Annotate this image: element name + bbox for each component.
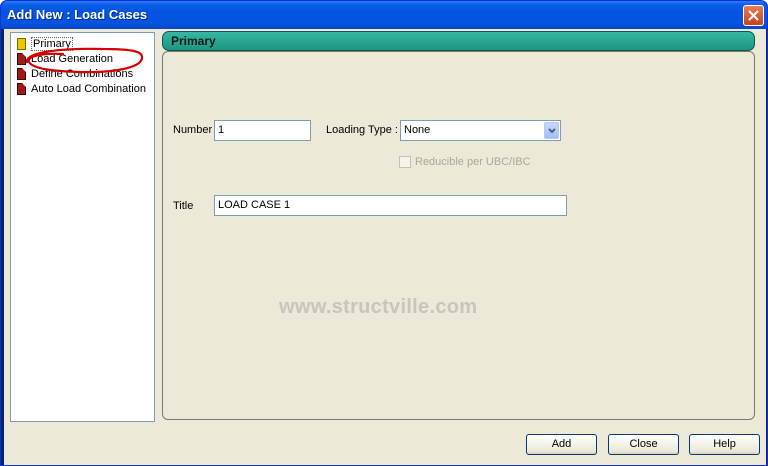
title-label: Title — [173, 200, 194, 212]
reducible-label: Reducible per UBC/IBC — [415, 156, 531, 168]
load-case-tree[interactable]: Primary Load Generation Define Combinati… — [10, 32, 155, 422]
chevron-down-icon — [548, 128, 556, 134]
primary-panel: Number 1 Loading Type : None Reducible p… — [162, 51, 755, 420]
number-label: Number — [173, 124, 213, 136]
dialog-window: Add New : Load Cases Primary Load Genera… — [0, 0, 768, 466]
dropdown-button[interactable] — [544, 122, 559, 139]
loading-type-value: None — [404, 124, 431, 136]
dialog-client-area: Primary Load Generation Define Combinati… — [4, 29, 766, 465]
number-input[interactable]: 1 — [214, 120, 311, 141]
watermark: www.structville.com — [279, 296, 478, 318]
panel-header-primary: Primary — [162, 31, 755, 51]
add-button[interactable]: Add — [526, 434, 597, 455]
loading-type-select[interactable]: None — [400, 120, 561, 141]
red-circle-annotation — [25, 47, 144, 74]
tree-item-auto-load-combination[interactable]: Auto Load Combination — [17, 81, 146, 96]
loading-type-label: Loading Type : — [326, 124, 398, 136]
title-bar[interactable]: Add New : Load Cases — [1, 1, 767, 29]
window-title: Add New : Load Cases — [7, 7, 148, 22]
window-close-button[interactable] — [743, 5, 764, 26]
title-input[interactable]: LOAD CASE 1 — [214, 195, 567, 216]
help-button[interactable]: Help — [689, 434, 760, 455]
tree-item-label: Auto Load Combination — [31, 82, 146, 95]
reducible-checkbox[interactable] — [399, 156, 411, 168]
close-icon — [748, 10, 759, 21]
auto-load-combination-icon — [17, 82, 26, 95]
close-button[interactable]: Close — [608, 434, 679, 455]
